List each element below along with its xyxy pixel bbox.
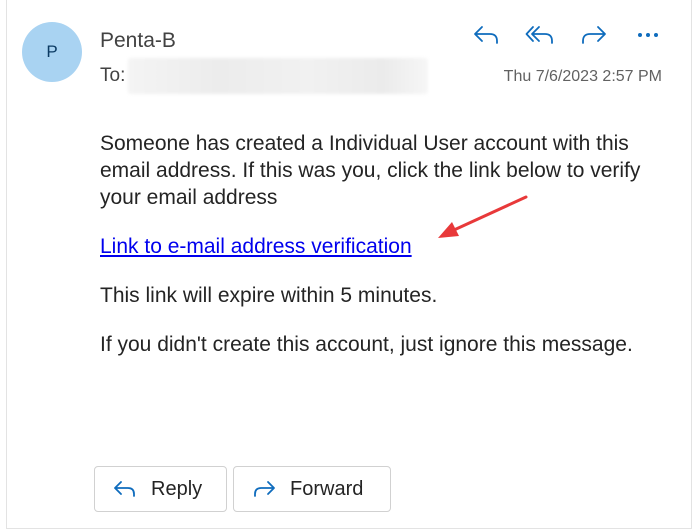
reply-label: Reply [151, 477, 203, 500]
verification-link[interactable]: Link to e-mail address verification [100, 235, 412, 258]
message-body: Someone has created a Individual User ac… [100, 130, 660, 380]
body-paragraph-3: If you didn't create this account, just … [100, 333, 633, 356]
reply-all-icon[interactable] [524, 20, 556, 50]
body-paragraph-2: This link will expire within 5 minutes. [100, 284, 438, 307]
reply-button[interactable]: Reply [94, 466, 227, 512]
message-date: Thu 7/6/2023 2:57 PM [503, 68, 662, 85]
reply-icon [113, 479, 137, 499]
forward-icon[interactable] [578, 20, 610, 50]
avatar-initial: P [46, 42, 58, 61]
reply-icon[interactable] [470, 20, 502, 50]
sender-name[interactable]: Penta-B [100, 29, 176, 53]
more-icon[interactable] [632, 20, 664, 50]
forward-button[interactable]: Forward [233, 466, 391, 512]
body-paragraph-1: Someone has created a Individual User ac… [100, 132, 641, 209]
to-label: To: [100, 65, 126, 86]
forward-icon [252, 479, 276, 499]
avatar: P [22, 22, 82, 82]
message-actions [470, 20, 664, 50]
recipient-redacted [128, 58, 428, 94]
forward-label: Forward [290, 477, 364, 500]
